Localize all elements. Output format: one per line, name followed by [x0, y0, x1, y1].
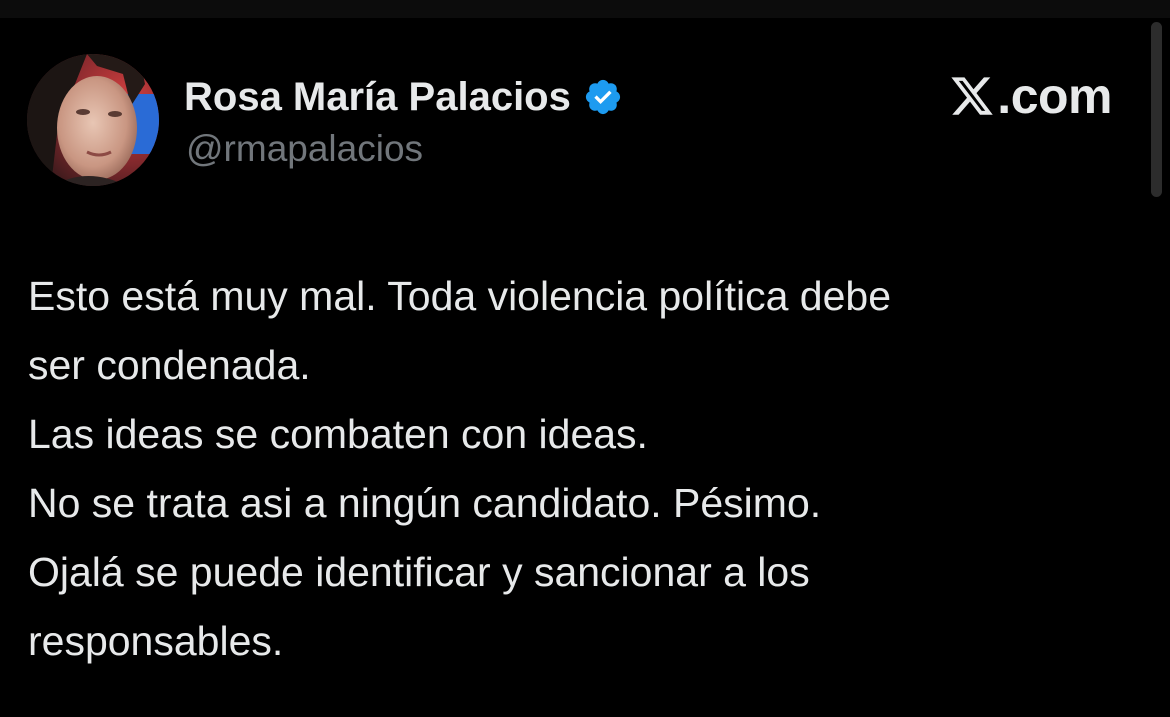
scrollbar[interactable]	[1151, 22, 1162, 197]
site-badge: .com	[949, 66, 1112, 126]
tweet-line: Las ideas se combaten con ideas.	[28, 411, 648, 457]
author-display-name[interactable]: Rosa María Palacios	[184, 75, 571, 120]
tweet-line: responsables.	[28, 618, 284, 664]
verified-badge-icon	[583, 77, 623, 117]
site-label: .com	[997, 68, 1112, 124]
tweet-line: Ojalá se puede identificar y sancionar a…	[28, 549, 810, 595]
tweet-line: ser condenada.	[28, 342, 311, 388]
x-logo-icon	[949, 73, 995, 119]
avatar[interactable]	[27, 54, 159, 186]
top-strip	[0, 0, 1170, 18]
avatar-photo-icon	[27, 54, 159, 186]
tweet-line: No se trata asi a ningún candidato. Pési…	[28, 480, 822, 526]
tweet-line: Esto está muy mal. Toda violencia políti…	[28, 273, 892, 319]
author-handle[interactable]: @rmapalacios	[186, 128, 423, 170]
tweet-text: Esto está muy mal. Toda violencia políti…	[28, 262, 1118, 676]
author-name-row: Rosa María Palacios	[184, 72, 623, 122]
